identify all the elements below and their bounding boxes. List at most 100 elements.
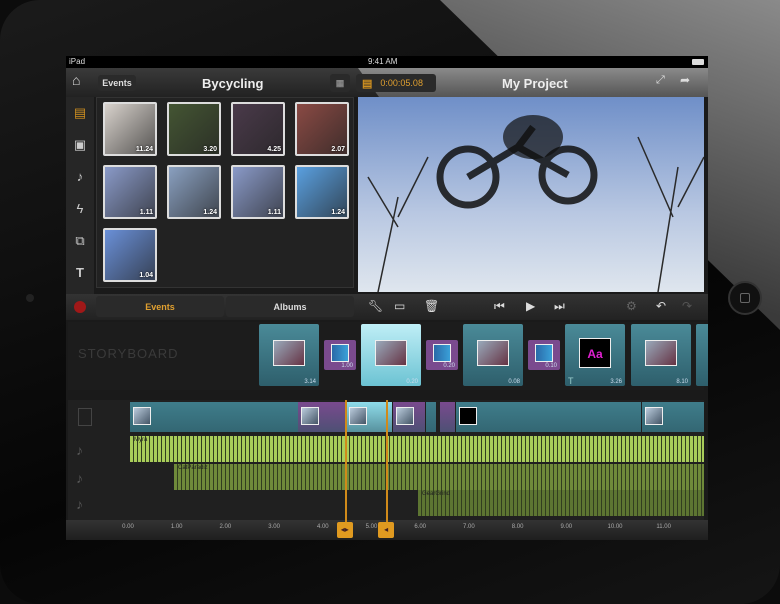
audio-clip[interactable]: GearGrind [418, 490, 704, 516]
timeline-transition[interactable] [393, 402, 425, 432]
ruler-tick: 3.00 [268, 524, 280, 530]
storyboard-transition[interactable]: 0.20 [426, 340, 458, 370]
storyboard-transition[interactable]: 0.10 [528, 340, 560, 370]
transitions-icon[interactable]: ⧉ [72, 233, 88, 249]
ruler-tick: 11.00 [656, 524, 671, 530]
preview-image [367, 115, 704, 292]
timeline-title[interactable] [456, 402, 641, 432]
tab-events[interactable]: Events [96, 296, 224, 317]
split-icon[interactable]: ▭ [394, 299, 405, 313]
storyboard: STORYBOARD 3.14 1.00 0.20 0.20 0.08 0.10 Aa T 3.… [68, 322, 708, 390]
back-events-button[interactable]: Events [98, 75, 136, 91]
timeline-transition[interactable] [440, 402, 455, 432]
record-button[interactable] [74, 301, 86, 313]
wrench-icon[interactable]: 🔧︎ [368, 299, 383, 313]
storyboard-transition[interactable]: 1.00 [324, 340, 356, 370]
fullscreen-icon[interactable]: ⤢ [656, 74, 665, 87]
storyboard-clip[interactable]: 3.14 [259, 324, 319, 386]
clip-duration: 11.24 [135, 146, 153, 153]
library-title: Bycycling [202, 76, 264, 91]
undo-icon[interactable]: ↶ [656, 299, 666, 313]
play-icon[interactable]: ▶︎ [526, 299, 535, 313]
ab-transition-icon [433, 344, 451, 362]
playhead-line [344, 400, 347, 528]
settings-icon[interactable]: ⚙︎ [626, 299, 637, 313]
skip-back-icon[interactable]: ⏮︎ [494, 299, 505, 314]
video-track-icon [78, 408, 92, 426]
clip-thumbnail [301, 407, 319, 425]
grid-view-icon[interactable]: ▦ [330, 74, 350, 92]
library-clip[interactable]: 1.11 [231, 165, 285, 219]
ruler-tick: 6.00 [414, 524, 427, 530]
ruler-tick: 4.00 [316, 524, 329, 530]
ab-transition-icon [331, 344, 349, 362]
photo-icon[interactable]: ▣ [72, 137, 88, 153]
ruler-tick: 10.00 [607, 524, 623, 530]
timeline-clip[interactable] [426, 402, 436, 432]
storyboard-clip[interactable]: 0.20 [361, 324, 421, 386]
clip-thumbnail [459, 407, 477, 425]
ruler-tick: 5.00 [365, 524, 378, 530]
battery-icon [692, 59, 704, 65]
clip-duration: 3.20 [203, 146, 217, 153]
trim-handle[interactable]: ◂ [378, 522, 395, 538]
music-icon[interactable]: ♪ [72, 169, 88, 185]
audio-clip[interactable]: CatParadiz [174, 464, 704, 490]
timecode: 0:00:05.08 [380, 78, 423, 88]
clip-duration: 1.24 [203, 209, 217, 216]
share-icon[interactable]: ➦ [680, 73, 690, 87]
item-duration: 0.10 [545, 363, 557, 369]
music-track-icon: ♪ [76, 442, 83, 458]
tab-albums[interactable]: Albums [226, 296, 354, 317]
audio-clip[interactable]: Myra [130, 436, 704, 462]
storyboard-clip[interactable]: 8.10 [631, 324, 691, 386]
clip-thumbnail [477, 340, 509, 366]
library-clip[interactable]: 1.04 [103, 228, 157, 282]
clip-thumbnail [645, 340, 677, 366]
sidebar: ▤ ▣ ♪ ϟ ⧉ T [66, 97, 94, 297]
camera [26, 294, 34, 302]
effects-icon[interactable]: ϟ [72, 201, 88, 217]
library-clip[interactable]: 3.20 [167, 102, 221, 156]
music-track-icon: ♪ [76, 496, 83, 512]
timeline-clip[interactable] [642, 402, 704, 432]
trash-icon[interactable]: 🗑︎ [424, 299, 439, 313]
library-clip[interactable]: 4.25 [231, 102, 285, 156]
project-title: My Project [502, 76, 568, 91]
audio-clip-label: Myra [134, 437, 148, 443]
clip-duration: 1.11 [139, 209, 153, 216]
timeline-clip[interactable] [130, 402, 298, 432]
storyboard-title[interactable]: Aa T 3.26 [565, 324, 625, 386]
skip-forward-icon[interactable]: ⏭︎ [554, 299, 565, 314]
library-clip[interactable]: 1.24 [295, 165, 349, 219]
ruler-tick: 2.00 [219, 524, 232, 530]
library-clip[interactable]: 1.11 [103, 165, 157, 219]
timeline-transition[interactable] [298, 402, 345, 432]
clip-duration: 1.24 [331, 209, 345, 216]
storyboard-icon[interactable]: ▤ [362, 77, 372, 90]
toolbar: Events Albums 🔧︎ ▭ 🗑︎ ⏮︎ ▶︎ ⏭︎ ⚙︎ ↶ ↷ [66, 294, 708, 320]
library-grid: 11.24 3.20 4.25 2.07 1.11 1.24 1.11 1.24 1.04 [96, 97, 354, 288]
library-clip[interactable]: 11.24 [103, 102, 157, 156]
storyboard-clip[interactable]: 0.08 [463, 324, 523, 386]
music-track-icon: ♪ [76, 470, 83, 486]
library-clip[interactable]: 2.07 [295, 102, 349, 156]
storyboard-clip[interactable]: 3.23 [696, 324, 708, 386]
timeline-clip[interactable] [346, 402, 392, 432]
video-preview[interactable] [358, 97, 704, 292]
item-duration: 8.10 [676, 379, 688, 385]
video-icon[interactable]: ▤ [72, 105, 88, 121]
clip-thumbnail [645, 407, 663, 425]
ruler-tick: 7.00 [463, 524, 475, 530]
storyboard-label: STORYBOARD [78, 346, 179, 361]
home-button[interactable] [728, 281, 762, 315]
clip-thumbnail [273, 340, 305, 366]
redo-icon[interactable]: ↷ [682, 299, 692, 313]
home-icon[interactable]: ⌂ [72, 72, 80, 88]
title-icon[interactable]: T [72, 265, 88, 281]
ruler-tick: 0.00 [122, 524, 134, 530]
playhead-line [386, 400, 389, 528]
library-clip[interactable]: 1.24 [167, 165, 221, 219]
clip-thumbnail [349, 407, 367, 425]
trim-handle[interactable]: ◂▸ [336, 522, 353, 538]
